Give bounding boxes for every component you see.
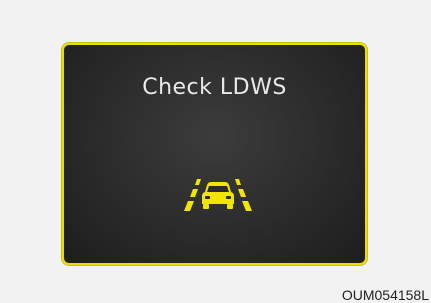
warning-message: Check LDWS [142,75,287,100]
cluster-warning-display: Check LDWS [62,43,367,265]
figure-reference-code: OUM054158L [341,287,429,303]
lane-departure-warning-icon [184,179,252,211]
